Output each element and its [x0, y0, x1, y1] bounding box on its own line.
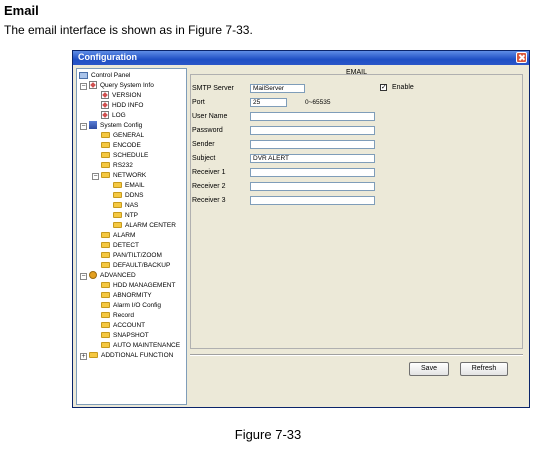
save-button[interactable]: Save: [409, 362, 449, 376]
tree-item-general[interactable]: GENERAL: [101, 131, 144, 141]
tree-item-advanced[interactable]: ADVANCED: [89, 271, 136, 281]
tree-item-encode[interactable]: ENCODE: [101, 141, 141, 151]
folder-icon: [113, 222, 122, 229]
tree-item-version[interactable]: VERSION: [101, 91, 141, 101]
tree-item-ntp[interactable]: NTP: [113, 211, 138, 221]
collapse-toggle[interactable]: −: [80, 123, 87, 130]
collapse-toggle[interactable]: −: [80, 273, 87, 280]
sender-field[interactable]: [250, 140, 375, 149]
tree-item-account[interactable]: ACCOUNT: [101, 321, 145, 331]
tree-item-hdd-management[interactable]: HDD MANAGEMENT: [101, 281, 175, 291]
divider: [190, 354, 523, 356]
close-icon[interactable]: [516, 52, 527, 63]
collapse-toggle[interactable]: −: [92, 173, 99, 180]
receiver-2-label: Receiver 2: [192, 183, 226, 190]
folder-icon: [101, 232, 110, 239]
tree-item-nas[interactable]: NAS: [113, 201, 138, 211]
tree-item-schedule[interactable]: SCHEDULE: [101, 151, 148, 161]
password-label: Password: [192, 127, 223, 134]
tree-item-system-config[interactable]: System Config: [89, 121, 142, 131]
expand-toggle[interactable]: +: [80, 353, 87, 360]
section-heading: Email: [4, 3, 39, 18]
port-range-hint: 0~65535: [305, 99, 331, 106]
subject-field[interactable]: DVR ALERT: [250, 154, 375, 163]
folder-icon: [101, 332, 110, 339]
control-panel-icon: [79, 71, 88, 79]
folder-icon: [101, 142, 110, 149]
folder-icon: [113, 182, 122, 189]
folder-icon: [89, 352, 98, 359]
enable-label: Enable: [392, 84, 414, 91]
folder-icon: [101, 282, 110, 289]
password-field[interactable]: [250, 126, 375, 135]
sender-label: Sender: [192, 141, 215, 148]
receiver-3-field[interactable]: [250, 196, 375, 205]
receiver-2-field[interactable]: [250, 182, 375, 191]
tree-item-default-backup[interactable]: DEFAULT/BACKUP: [101, 261, 170, 271]
tree-item-alarm-center[interactable]: ALARM CENTER: [113, 221, 176, 231]
tree-item-network[interactable]: NETWORK: [101, 171, 146, 181]
port-label: Port: [192, 99, 205, 106]
document-icon: [89, 81, 97, 90]
folder-icon: [101, 162, 110, 169]
folder-icon: [101, 302, 110, 309]
folder-icon: [113, 192, 122, 199]
subject-label: Subject: [192, 155, 216, 162]
tree-item-abnormity[interactable]: ABNORMITY: [101, 291, 152, 301]
receiver-1-field[interactable]: [250, 168, 375, 177]
tree-item-record[interactable]: Record: [101, 311, 134, 321]
intro-text: The email interface is shown as in Figur…: [4, 23, 253, 37]
user-name-field[interactable]: [250, 112, 375, 121]
config-tree: Control Panel − Query System Info VERSIO…: [76, 68, 187, 405]
system-config-icon: [89, 121, 97, 130]
folder-icon: [101, 252, 110, 259]
tree-item-detect[interactable]: DETECT: [101, 241, 139, 251]
gear-icon: [89, 271, 97, 280]
window-title: Configuration: [78, 52, 137, 62]
group-title: EMAIL: [345, 69, 367, 76]
tree-item-ddns[interactable]: DDNS: [113, 191, 143, 201]
smtp-server-label: SMTP Server: [192, 85, 234, 92]
tree-item-hdd-info[interactable]: HDD INFO: [101, 101, 143, 111]
email-settings-panel: EMAIL SMTP Server MailServer ✓ Enable Po…: [190, 68, 523, 405]
document-icon: [101, 111, 109, 120]
collapse-toggle[interactable]: −: [80, 83, 87, 90]
folder-icon: [101, 242, 110, 249]
tree-item-auto-maintenance[interactable]: AUTO MAINTENANCE: [101, 341, 180, 351]
document-icon: [101, 101, 109, 110]
folder-icon: [101, 292, 110, 299]
tree-item-email[interactable]: EMAIL: [113, 181, 145, 191]
tree-item-control-panel[interactable]: Control Panel: [79, 71, 130, 81]
folder-icon: [101, 152, 110, 159]
folder-icon: [113, 212, 122, 219]
tree-item-alarm-io-config[interactable]: Alarm I/O Config: [101, 301, 161, 311]
tree-item-pan-tilt-zoom[interactable]: PAN/TILT/ZOOM: [101, 251, 162, 261]
folder-icon: [101, 312, 110, 319]
tree-item-additional-function[interactable]: ADDTIONAL FUNCTION: [89, 351, 173, 361]
receiver-1-label: Receiver 1: [192, 169, 226, 176]
folder-icon: [101, 262, 110, 269]
folder-icon: [101, 172, 110, 179]
figure-caption: Figure 7-33: [234, 427, 302, 442]
configuration-window: Configuration Control Panel − Query Syst…: [72, 50, 530, 408]
title-bar[interactable]: Configuration: [73, 51, 529, 65]
port-field[interactable]: 25: [250, 98, 287, 107]
receiver-3-label: Receiver 3: [192, 197, 226, 204]
folder-icon: [101, 132, 110, 139]
folder-icon: [101, 322, 110, 329]
tree-item-rs232[interactable]: RS232: [101, 161, 133, 171]
smtp-server-field[interactable]: MailServer: [250, 84, 305, 93]
tree-item-query-system-info[interactable]: Query System Info: [89, 81, 154, 91]
enable-checkbox[interactable]: ✓: [380, 84, 387, 91]
user-name-label: User Name: [192, 113, 228, 120]
tree-item-log[interactable]: LOG: [101, 111, 126, 121]
tree-item-snapshot[interactable]: SNAPSHOT: [101, 331, 149, 341]
folder-icon: [113, 202, 122, 209]
refresh-button[interactable]: Refresh: [460, 362, 508, 376]
folder-icon: [101, 342, 110, 349]
tree-item-alarm[interactable]: ALARM: [101, 231, 135, 241]
document-icon: [101, 91, 109, 100]
